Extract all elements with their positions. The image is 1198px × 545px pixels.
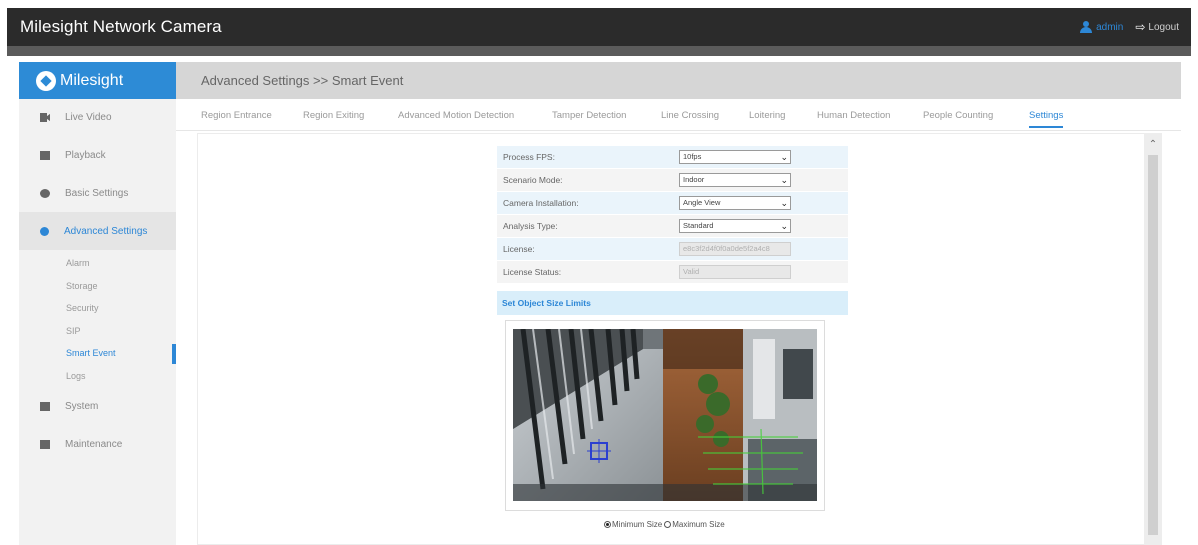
header-divider	[7, 46, 1191, 56]
chevron-down-icon: ⌄	[780, 152, 788, 162]
tab-human-detection[interactable]: Human Detection	[817, 110, 890, 121]
tab-settings[interactable]: Settings	[1029, 110, 1064, 128]
advanced-gear-icon	[40, 226, 49, 236]
scroll-thumb[interactable]	[1148, 155, 1158, 535]
breadcrumb-text: Advanced Settings >> Smart Event	[201, 73, 404, 88]
monitor-icon	[40, 401, 50, 411]
tab-region-exiting[interactable]: Region Exiting	[303, 110, 364, 121]
user-icon	[1080, 21, 1093, 33]
sidebar: Milesight Live Video Playback Basic Sett…	[19, 62, 176, 545]
license-label: License:	[503, 244, 535, 254]
camera-installation-value: Angle View	[683, 198, 721, 207]
settings-form: Process FPS: 10fps ⌄ Scenario Mode: Indo…	[497, 146, 848, 284]
app-title: Milesight Network Camera	[20, 17, 222, 36]
sidebar-item-label: System	[65, 400, 99, 412]
tab-people-counting[interactable]: People Counting	[923, 110, 993, 121]
logout-link[interactable]: Logout	[1148, 22, 1179, 33]
content-scrollbar[interactable]: ⌃	[1144, 133, 1162, 545]
sidebar-item-label: Basic Settings	[65, 187, 129, 199]
logout-icon[interactable]: ⇨	[1135, 20, 1145, 34]
min-size-label: Minimum Size	[612, 520, 663, 529]
smart-event-tabs: Region Entrance Region Exiting Advanced …	[176, 99, 1181, 131]
license-row: License: e8c3f2d4f0f0a0de5f2a4c8	[497, 238, 848, 261]
top-bar: Milesight Network Camera admin ⇨ Logout	[7, 8, 1191, 46]
camera-preview-image	[513, 329, 817, 501]
tab-tamper-detection[interactable]: Tamper Detection	[552, 110, 626, 121]
playback-icon	[40, 150, 50, 160]
submenu-item-sip[interactable]: SIP	[19, 320, 176, 343]
license-status-field: Valid	[679, 265, 791, 279]
sidebar-item-label: Live Video	[65, 112, 112, 123]
sidebar-item-label: Maintenance	[65, 438, 123, 450]
sidebar-item-basic-settings[interactable]: Basic Settings	[19, 174, 176, 212]
min-size-radio[interactable]	[604, 521, 611, 528]
process-fps-value: 10fps	[683, 152, 702, 161]
logo: Milesight	[19, 62, 176, 99]
sidebar-item-label: Playback	[65, 149, 106, 161]
camera-installation-row: Camera Installation: Angle View ⌄	[497, 192, 848, 215]
chevron-down-icon: ⌄	[780, 198, 788, 208]
tab-line-crossing[interactable]: Line Crossing	[661, 110, 719, 121]
process-fps-select[interactable]: 10fps ⌄	[679, 150, 791, 164]
license-status-row: License Status: Valid	[497, 261, 848, 284]
license-field: e8c3f2d4f0f0a0de5f2a4c8	[679, 242, 791, 256]
sidebar-item-playback[interactable]: Playback	[19, 136, 176, 174]
sidebar-item-live-video[interactable]: Live Video	[19, 99, 176, 136]
video-camera-icon	[40, 113, 50, 122]
scenario-mode-value: Indoor	[683, 175, 705, 184]
sidebar-item-advanced-settings[interactable]: Advanced Settings	[19, 212, 176, 250]
scenario-mode-row: Scenario Mode: Indoor ⌄	[497, 169, 848, 192]
tab-advanced-motion-detection[interactable]: Advanced Motion Detection	[398, 110, 514, 121]
user-area: admin ⇨ Logout	[1080, 20, 1179, 34]
toolbox-icon	[40, 439, 50, 449]
submenu-item-logs[interactable]: Logs	[19, 365, 176, 388]
camera-installation-label: Camera Installation:	[503, 198, 579, 208]
submenu-item-storage[interactable]: Storage	[19, 275, 176, 298]
breadcrumb: Advanced Settings >> Smart Event	[176, 62, 1181, 99]
tab-region-entrance[interactable]: Region Entrance	[201, 110, 272, 121]
chevron-down-icon: ⌄	[780, 175, 788, 185]
object-size-mode: Minimum Size Maximum Size	[604, 520, 725, 529]
logo-text: Milesight	[60, 71, 124, 89]
milesight-logo-icon	[36, 70, 56, 91]
analysis-type-value: Standard	[683, 221, 714, 230]
gear-icon	[40, 188, 50, 198]
camera-preview[interactable]	[513, 329, 817, 501]
scroll-up-icon[interactable]: ⌃	[1144, 139, 1162, 150]
submenu-item-alarm[interactable]: Alarm	[19, 252, 176, 275]
sidebar-item-maintenance[interactable]: Maintenance	[19, 425, 176, 463]
process-fps-row: Process FPS: 10fps ⌄	[497, 146, 848, 169]
chevron-down-icon: ⌄	[780, 221, 788, 231]
submenu-item-security[interactable]: Security	[19, 297, 176, 320]
analysis-type-label: Analysis Type:	[503, 221, 558, 231]
sidebar-item-label: Advanced Settings	[64, 225, 148, 237]
tab-loitering[interactable]: Loitering	[749, 110, 785, 121]
analysis-type-select[interactable]: Standard ⌄	[679, 219, 791, 233]
object-size-section-title: Set Object Size Limits	[497, 291, 848, 315]
scenario-mode-select[interactable]: Indoor ⌄	[679, 173, 791, 187]
submenu-item-smart-event[interactable]: Smart Event	[19, 342, 176, 365]
camera-installation-select[interactable]: Angle View ⌄	[679, 196, 791, 210]
process-fps-label: Process FPS:	[503, 152, 555, 162]
advanced-submenu: Alarm Storage Security SIP Smart Event L…	[19, 250, 176, 387]
scenario-mode-label: Scenario Mode:	[503, 175, 563, 185]
max-size-label: Maximum Size	[672, 520, 725, 529]
sidebar-item-system[interactable]: System	[19, 387, 176, 425]
license-status-label: License Status:	[503, 267, 562, 277]
user-name[interactable]: admin	[1096, 22, 1123, 33]
max-size-radio[interactable]	[664, 521, 672, 528]
analysis-type-row: Analysis Type: Standard ⌄	[497, 215, 848, 238]
